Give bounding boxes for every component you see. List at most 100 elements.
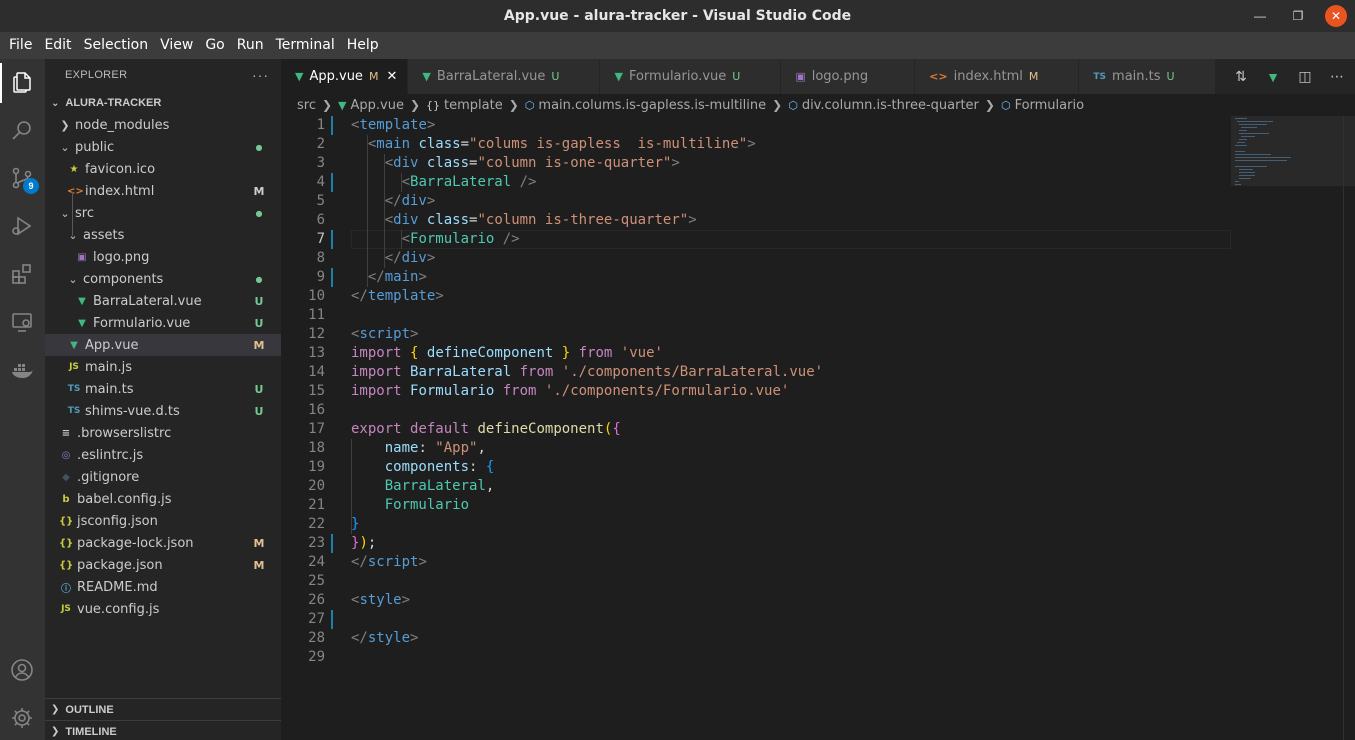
docker-icon[interactable]	[7, 355, 37, 385]
tree-item-package-lock-json[interactable]: {} package-lock.json M	[45, 532, 281, 554]
tree-item-src[interactable]: ⌄ src ●	[45, 202, 281, 224]
search-icon[interactable]	[7, 115, 37, 145]
code-token: div	[401, 193, 427, 209]
code-line[interactable]: <div class="column is-three-quarter">	[351, 211, 697, 230]
tab-index-html[interactable]: <> index.html M	[915, 59, 1080, 94]
menu-run[interactable]: Run	[231, 32, 270, 59]
menu-terminal[interactable]: Terminal	[270, 32, 341, 59]
tree-item-shims-vue-d-ts[interactable]: TS shims-vue.d.ts U	[45, 400, 281, 422]
maximize-button[interactable]: ❐	[1287, 5, 1309, 27]
code-line[interactable]: <div class="column is-one-quarter">	[351, 154, 680, 173]
tree-item-label: vue.config.js	[77, 601, 160, 617]
tree-item-main-js[interactable]: JS main.js	[45, 356, 281, 378]
outline-panel[interactable]: ❯ OUTLINE	[45, 698, 281, 720]
tree-item-formulario-vue[interactable]: ▼ Formulario.vue U	[45, 312, 281, 334]
run-debug-icon[interactable]	[7, 211, 37, 241]
code-line[interactable]: import BarraLateral from './components/B…	[351, 363, 823, 382]
code-token: Formulario	[384, 497, 470, 513]
tab-formulario-vue[interactable]: ▼ Formulario.vue U	[600, 59, 782, 94]
explorer-header: EXPLORER ···	[45, 59, 281, 91]
code-line[interactable]: <template>	[351, 116, 435, 135]
more-actions-icon[interactable]: ···	[252, 67, 269, 83]
breadcrumb-item[interactable]: src	[297, 98, 316, 113]
code-line[interactable]: </div>	[351, 249, 436, 268]
extensions-icon[interactable]	[7, 259, 37, 289]
code-line[interactable]: components: {	[351, 458, 495, 477]
line-number: 29	[308, 649, 325, 665]
tree-item-vue-config-js[interactable]: JS vue.config.js	[45, 598, 281, 620]
close-window-button[interactable]: ✕	[1325, 5, 1347, 27]
tree-item-barralateral-vue[interactable]: ▼ BarraLateral.vue U	[45, 290, 281, 312]
breadcrumb-item[interactable]: ▼ App.vue	[338, 98, 404, 113]
code-line[interactable]: import Formulario from './components/For…	[351, 382, 789, 401]
code-line[interactable]: <BarraLateral />	[351, 173, 537, 192]
gear-icon[interactable]	[7, 703, 37, 733]
account-icon[interactable]	[7, 655, 37, 685]
tree-item-assets[interactable]: ⌄ assets	[45, 224, 281, 246]
tree-item-logo-png[interactable]: ▣ logo.png	[45, 246, 281, 268]
more-actions-icon[interactable]: ⋯	[1327, 67, 1347, 87]
tree-item--eslintrc-js[interactable]: ◎ .eslintrc.js	[45, 444, 281, 466]
workspace-root[interactable]: ⌄ ALURA-TRACKER	[45, 92, 281, 114]
close-tab-icon[interactable]: ✕	[386, 69, 397, 84]
minimize-button[interactable]: —	[1249, 5, 1271, 27]
git-compare-icon[interactable]: ⇅	[1231, 67, 1251, 87]
tree-item-app-vue[interactable]: ▼ App.vue M	[45, 334, 281, 356]
tree-item-favicon-ico[interactable]: ★ favicon.ico	[45, 158, 281, 180]
code-line[interactable]: name: "App",	[351, 439, 486, 458]
minimap[interactable]	[1231, 116, 1355, 740]
breadcrumb-item[interactable]: ⬡ div.column.is-three-quarter	[788, 98, 979, 113]
code-line[interactable]: export default defineComponent({	[351, 420, 621, 439]
code-line[interactable]: <main class="colums is-gapless is-multil…	[351, 135, 756, 154]
split-editor-icon[interactable]: ◫	[1295, 67, 1315, 87]
remote-explorer-icon[interactable]	[7, 307, 37, 337]
tree-item-public[interactable]: ⌄ public ●	[45, 136, 281, 158]
tree-item-babel-config-js[interactable]: b babel.config.js	[45, 488, 281, 510]
menu-selection[interactable]: Selection	[78, 32, 155, 59]
tree-item--browserslistrc[interactable]: ≡ .browserslistrc	[45, 422, 281, 444]
menu-edit[interactable]: Edit	[38, 32, 77, 59]
code-line[interactable]: </template>	[351, 287, 444, 306]
tree-item-node-modules[interactable]: ❯ node_modules	[45, 114, 281, 136]
code-token: class	[426, 212, 470, 228]
code-line[interactable]: <Formulario />	[351, 230, 520, 249]
tree-item--gitignore[interactable]: ◆ .gitignore	[45, 466, 281, 488]
code-line[interactable]: </style>	[351, 629, 418, 648]
code-line[interactable]: </div>	[351, 192, 436, 211]
code-line[interactable]: <style>	[351, 591, 410, 610]
breadcrumb: src ❯ ▼ App.vue ❯{} template ❯ ⬡ main.colums.is-…	[281, 94, 1355, 116]
menu-help[interactable]: Help	[341, 32, 385, 59]
menu-view[interactable]: View	[154, 32, 199, 59]
code-line[interactable]: BarraLateral,	[351, 477, 495, 496]
code-line[interactable]: });	[351, 534, 376, 553]
code-editor[interactable]: 1 <template> 2 <main class="colums is-gapl…	[281, 116, 1355, 740]
tab-main-ts[interactable]: TS main.ts U	[1079, 59, 1216, 94]
code-line[interactable]: <script>	[351, 325, 418, 344]
timeline-panel[interactable]: ❯ TIMELINE	[45, 720, 281, 740]
explorer-icon[interactable]	[7, 67, 37, 97]
tree-item-components[interactable]: ⌄ components ●	[45, 268, 281, 290]
menu-go[interactable]: Go	[199, 32, 230, 59]
code-line[interactable]: }	[351, 515, 359, 534]
tree-item-main-ts[interactable]: TS main.ts U	[45, 378, 281, 400]
line-number: 21	[308, 497, 325, 513]
menu-file[interactable]: File	[3, 32, 38, 59]
code-line[interactable]: import { defineComponent } from 'vue'	[351, 344, 663, 363]
tab-app-vue[interactable]: ▼ App.vue M ✕	[281, 59, 409, 94]
code-line[interactable]: </main>	[351, 268, 427, 287]
tree-item-readme-md[interactable]: ⓘ README.md	[45, 576, 281, 598]
breadcrumb-item[interactable]: ⬡ Formulario	[1001, 98, 1084, 113]
tree-item-label: main.js	[85, 359, 132, 375]
vue-devtools-icon[interactable]: ▼	[1263, 67, 1283, 87]
code-line[interactable]: </script>	[351, 553, 427, 572]
tab-logo-png[interactable]: ▣ logo.png	[781, 59, 916, 94]
tree-item-jsconfig-json[interactable]: {} jsconfig.json	[45, 510, 281, 532]
code-line[interactable]: Formulario	[351, 496, 469, 515]
tree-item-index-html[interactable]: <> index.html M	[45, 180, 281, 202]
tree-item-package-json[interactable]: {} package.json M	[45, 554, 281, 576]
tab-barralateral-vue[interactable]: ▼ BarraLateral.vue U	[408, 59, 601, 94]
code-token: <	[384, 212, 394, 228]
breadcrumb-item[interactable]: ⬡ main.colums.is-gapless.is-multiline	[525, 98, 766, 113]
breadcrumb-item[interactable]: {} template	[426, 98, 503, 113]
vertical-scrollbar[interactable]	[1343, 116, 1355, 740]
